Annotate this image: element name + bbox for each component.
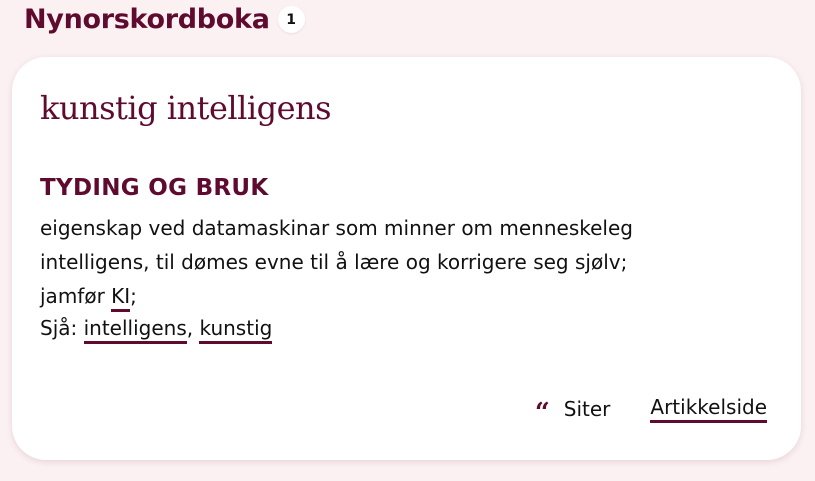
article-actions: “ Siter Artikkelside: [534, 395, 767, 428]
see-separator: ,: [186, 316, 194, 340]
see-also: Sjå: intelligens, kunstig: [40, 311, 273, 345]
dictionary-header: Nynorskordboka 1: [24, 4, 305, 35]
see-prefix: Sjå:: [40, 316, 78, 340]
link-ki[interactable]: KI: [111, 284, 131, 312]
headword: kunstig intelligens: [40, 89, 332, 127]
section-heading: TYDING OG BRUK: [40, 175, 269, 201]
compare-suffix: ;: [130, 284, 137, 308]
link-intelligens[interactable]: intelligens: [83, 316, 187, 344]
cite-label: Siter: [563, 397, 611, 421]
definition-text: eigenskap ved datamaskinar som minner om…: [40, 216, 633, 274]
cite-button[interactable]: “ Siter: [534, 397, 611, 428]
compare-prefix: jamfør: [40, 284, 105, 308]
dictionary-title[interactable]: Nynorskordboka: [24, 4, 270, 35]
quote-icon: “: [534, 398, 550, 428]
link-kunstig[interactable]: kunstig: [199, 316, 273, 344]
article-page-link[interactable]: Artikkelside: [650, 395, 767, 423]
result-count-badge: 1: [277, 6, 305, 33]
article-card: kunstig intelligens TYDING OG BRUK eigen…: [12, 57, 801, 460]
definition: eigenskap ved datamaskinar som minner om…: [40, 211, 720, 313]
